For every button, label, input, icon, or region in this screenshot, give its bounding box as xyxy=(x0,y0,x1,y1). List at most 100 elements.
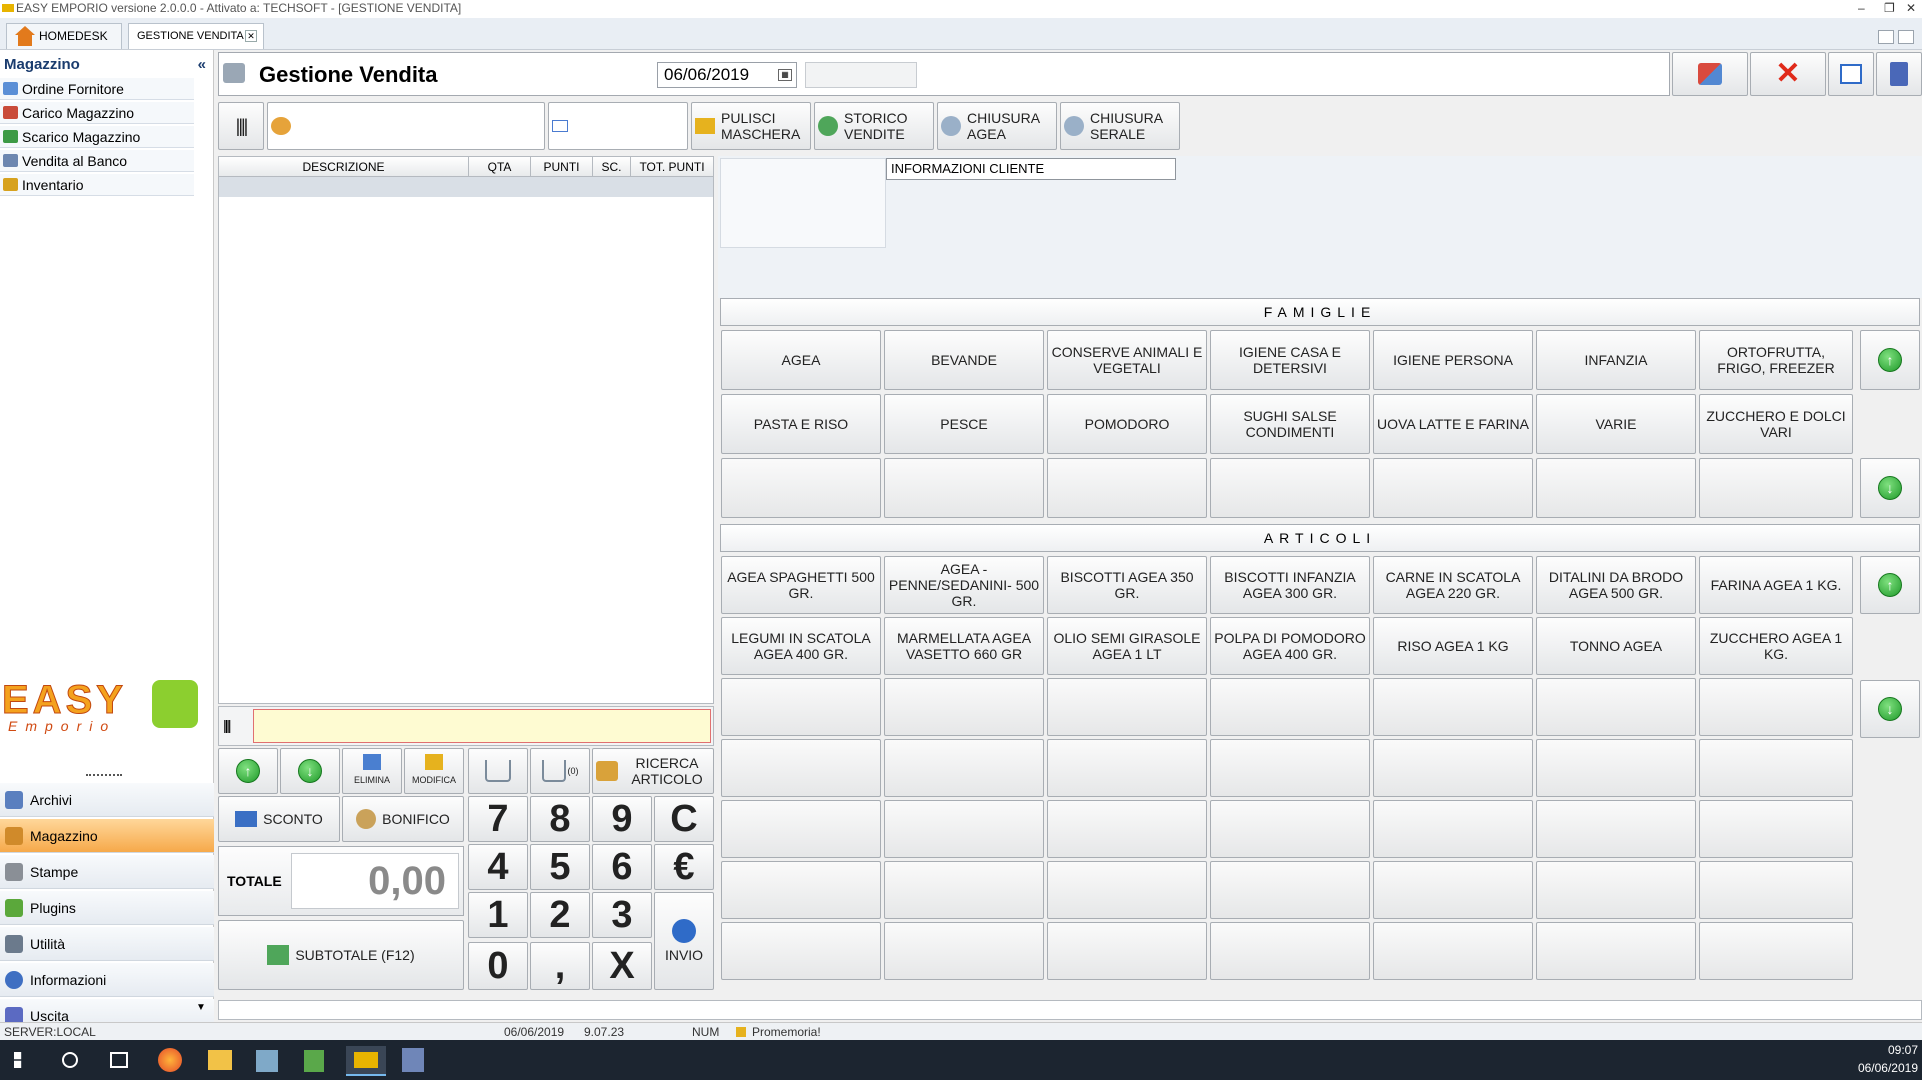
articolo-button[interactable]: BISCOTTI INFANZIA AGEA 300 GR. xyxy=(1210,556,1370,614)
famiglia-button[interactable]: BEVANDE xyxy=(884,330,1044,390)
articolo-button[interactable]: TONNO AGEA xyxy=(1536,617,1696,675)
articoli-scroll-down[interactable]: ↓ xyxy=(1860,680,1920,738)
articolo-button[interactable]: RISO AGEA 1 KG xyxy=(1373,617,1533,675)
key-euro[interactable]: € xyxy=(654,844,714,890)
articolo-button[interactable]: ZUCCHERO AGEA 1 KG. xyxy=(1699,617,1853,675)
status-promemoria[interactable]: Promemoria! xyxy=(752,1023,821,1041)
col-descrizione[interactable]: DESCRIZIONE xyxy=(219,157,469,176)
articolo-button[interactable] xyxy=(1047,861,1207,919)
chiusura-agea-button[interactable]: CHIUSURA AGEA xyxy=(937,102,1057,150)
nav-plugins[interactable]: Plugins xyxy=(0,891,214,925)
tab-nav-left-icon[interactable] xyxy=(1878,30,1894,44)
swap-document-button[interactable] xyxy=(1672,52,1748,96)
famiglia-button[interactable]: SUGHI SALSE CONDIMENTI xyxy=(1210,394,1370,454)
chiusura-serale-button[interactable]: CHIUSURA SERALE xyxy=(1060,102,1180,150)
famiglia-button[interactable]: AGEA xyxy=(721,330,881,390)
articolo-button[interactable] xyxy=(1047,800,1207,858)
key-5[interactable]: 5 xyxy=(530,844,590,890)
articolo-button[interactable] xyxy=(884,800,1044,858)
articolo-button[interactable] xyxy=(1210,739,1370,797)
sidebar-item-carico-magazzino[interactable]: Carico Magazzino xyxy=(0,102,194,124)
restore-icon[interactable]: ❐ xyxy=(1884,0,1895,16)
famiglia-button[interactable]: PASTA E RISO xyxy=(721,394,881,454)
famiglia-button[interactable]: UOVA LATTE E FARINA xyxy=(1373,394,1533,454)
sidebar-item-inventario[interactable]: Inventario xyxy=(0,174,194,196)
sconto-button[interactable]: SCONTO xyxy=(218,796,340,842)
minimize-icon[interactable]: – xyxy=(1858,0,1865,16)
famiglia-button[interactable]: CONSERVE ANIMALI E VEGETALI xyxy=(1047,330,1207,390)
exit-door-button[interactable] xyxy=(1876,52,1922,96)
famiglie-scroll-down[interactable]: ↓ xyxy=(1860,458,1920,518)
tab-gestione-vendita[interactable]: GESTIONE VENDITA ✕ xyxy=(128,23,264,49)
easy-emporio-taskbar-icon[interactable] xyxy=(346,1046,386,1076)
articolo-button[interactable] xyxy=(1210,678,1370,736)
col-tot-punti[interactable]: TOT. PUNTI xyxy=(631,157,713,176)
sidebar-item-ordine-fornitore[interactable]: Ordine Fornitore xyxy=(0,78,194,100)
date-picker[interactable]: 06/06/2019 ▦ xyxy=(657,62,797,88)
sidebar-item-scarico-magazzino[interactable]: Scarico Magazzino xyxy=(0,126,194,148)
collapse-icon[interactable]: « xyxy=(198,54,206,76)
articolo-button[interactable] xyxy=(1699,739,1853,797)
col-qta[interactable]: QTA xyxy=(469,157,531,176)
invio-button[interactable]: INVIO xyxy=(654,892,714,990)
articolo-button[interactable] xyxy=(1047,678,1207,736)
articolo-button[interactable] xyxy=(1373,861,1533,919)
famiglia-button[interactable]: IGIENE CASA E DETERSIVI xyxy=(1210,330,1370,390)
articolo-button[interactable]: LEGUMI IN SCATOLA AGEA 400 GR. xyxy=(721,617,881,675)
move-down-button[interactable]: ↓ xyxy=(280,748,340,794)
articolo-button[interactable] xyxy=(1210,922,1370,980)
app-icon[interactable] xyxy=(256,1050,278,1072)
articolo-button[interactable]: AGEA - PENNE/SEDANINI- 500 GR. xyxy=(884,556,1044,614)
nav-archivi[interactable]: Archivi xyxy=(0,783,214,817)
articolo-button[interactable] xyxy=(884,739,1044,797)
ricerca-articolo-button[interactable]: RICERCA ARTICOLO xyxy=(592,748,714,794)
storico-vendite-button[interactable]: STORICO VENDITE xyxy=(814,102,934,150)
articolo-button[interactable]: DITALINI DA BRODO AGEA 500 GR. xyxy=(1536,556,1696,614)
famiglia-button[interactable]: ZUCCHERO E DOLCI VARI xyxy=(1699,394,1853,454)
app2-icon[interactable] xyxy=(402,1048,424,1072)
key-3[interactable]: 3 xyxy=(592,892,652,938)
famiglia-button[interactable]: IGIENE PERSONA xyxy=(1373,330,1533,390)
nav-expand-icon[interactable]: ▼ xyxy=(196,1002,206,1013)
tab-homedesk[interactable]: HOMEDESK xyxy=(6,23,122,49)
key-comma[interactable]: , xyxy=(530,942,590,990)
cancel-button[interactable]: ✕ xyxy=(1750,52,1826,96)
articolo-button[interactable] xyxy=(1373,922,1533,980)
famiglia-button[interactable] xyxy=(1210,458,1370,518)
tab-close-icon[interactable]: ✕ xyxy=(245,30,257,42)
key-6[interactable]: 6 xyxy=(592,844,652,890)
articolo-button[interactable] xyxy=(1210,861,1370,919)
tab-nav-right-icon[interactable] xyxy=(1898,30,1914,44)
articolo-button[interactable] xyxy=(1047,739,1207,797)
articolo-button[interactable] xyxy=(1373,678,1533,736)
famiglia-button[interactable]: POMODORO xyxy=(1047,394,1207,454)
notepad-icon[interactable] xyxy=(304,1050,324,1072)
close-icon[interactable]: ✕ xyxy=(1906,0,1916,16)
articolo-button[interactable] xyxy=(884,922,1044,980)
barcode-button[interactable]: |||| xyxy=(218,102,264,150)
famiglia-button[interactable] xyxy=(884,458,1044,518)
articolo-button[interactable] xyxy=(1536,739,1696,797)
articolo-button[interactable] xyxy=(1699,678,1853,736)
table-row[interactable] xyxy=(219,177,713,197)
modifica-button[interactable]: MODIFICA xyxy=(404,748,464,794)
articoli-scroll-up[interactable]: ↑ xyxy=(1860,556,1920,614)
remove-cart-button[interactable]: (0) xyxy=(530,748,590,794)
header-empty-field[interactable] xyxy=(805,62,917,88)
nav-stampe[interactable]: Stampe xyxy=(0,855,214,889)
subtotale-button[interactable]: SUBTOTALE (F12) xyxy=(218,920,464,990)
task-view-icon[interactable] xyxy=(110,1052,128,1068)
key-0[interactable]: 0 xyxy=(468,942,528,990)
articolo-button[interactable] xyxy=(721,922,881,980)
famiglia-button[interactable]: PESCE xyxy=(884,394,1044,454)
articolo-button[interactable]: POLPA DI POMODORO AGEA 400 GR. xyxy=(1210,617,1370,675)
articolo-button[interactable] xyxy=(1373,739,1533,797)
articolo-button[interactable] xyxy=(1536,861,1696,919)
articolo-button[interactable] xyxy=(1699,800,1853,858)
bonifico-button[interactable]: BONIFICO xyxy=(342,796,464,842)
nav-utilita[interactable]: Utilità xyxy=(0,927,214,961)
firefox-icon[interactable] xyxy=(158,1048,182,1072)
key-9[interactable]: 9 xyxy=(592,796,652,842)
famiglia-button[interactable] xyxy=(1699,458,1853,518)
articolo-button[interactable] xyxy=(1373,800,1533,858)
